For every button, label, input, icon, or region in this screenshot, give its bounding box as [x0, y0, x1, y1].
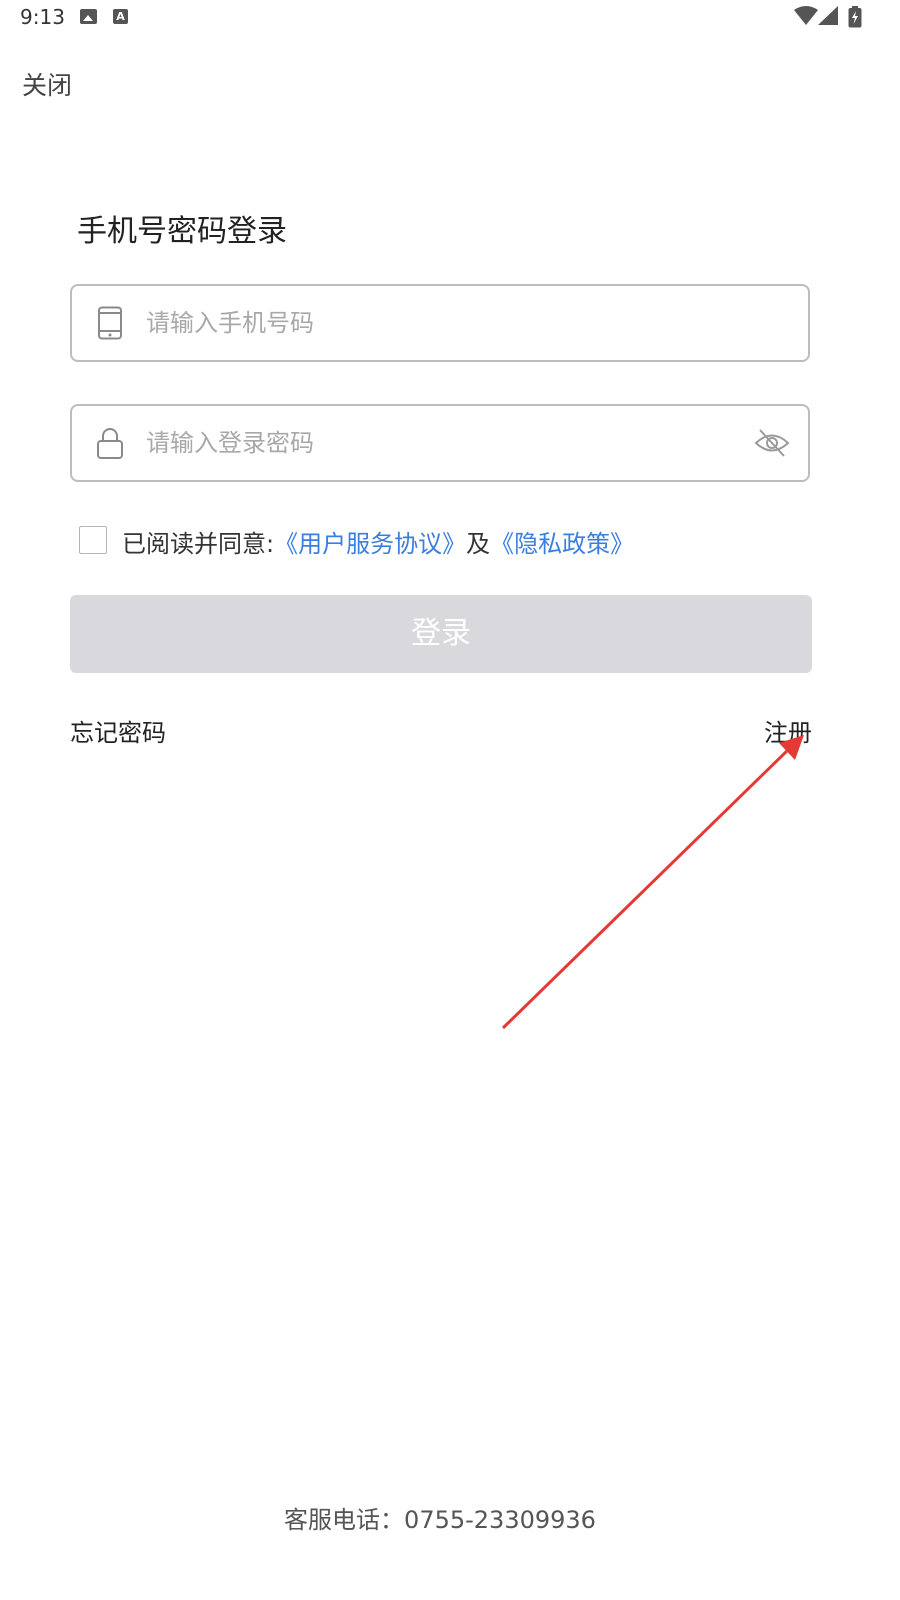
page-title: 手机号密码登录	[77, 214, 287, 249]
phone-field[interactable]	[70, 284, 810, 362]
agreement-joiner: 及	[466, 530, 491, 558]
agreement-prefix: 已阅读并同意:	[122, 530, 275, 558]
signal-icon	[818, 6, 838, 25]
battery-icon	[848, 6, 862, 28]
close-button[interactable]: 关闭	[22, 66, 72, 102]
phone-icon	[98, 306, 122, 340]
agreement-checkbox[interactable]	[79, 526, 107, 554]
login-page: 9:13 A 关闭 手机号密码登录 请输入手机号码 已阅读并同意:《用户服务协议…	[0, 0, 900, 1600]
privacy-link[interactable]: 《隐私政策》	[490, 530, 634, 558]
password-field[interactable]	[70, 404, 810, 482]
register-link[interactable]: 注册	[764, 713, 812, 748]
agreement-text: 已阅读并同意:《用户服务协议》及《隐私政策》	[122, 524, 634, 559]
password-input[interactable]	[146, 406, 726, 480]
lock-icon	[97, 428, 123, 459]
image-icon	[80, 9, 97, 24]
terms-link[interactable]: 《用户服务协议》	[274, 530, 466, 558]
a-icon: A	[113, 9, 128, 24]
eye-off-icon[interactable]	[754, 426, 790, 460]
wifi-icon	[794, 6, 818, 25]
agreement-row: 已阅读并同意:《用户服务协议》及《隐私政策》	[79, 524, 819, 558]
phone-input[interactable]	[146, 286, 726, 360]
forgot-password-link[interactable]: 忘记密码	[70, 713, 166, 748]
status-bar: 9:13 A	[0, 0, 900, 36]
service-phone: 客服电话：0755-23309936	[284, 1506, 596, 1534]
login-button[interactable]: 登录	[70, 595, 812, 673]
status-time: 9:13	[20, 5, 65, 29]
